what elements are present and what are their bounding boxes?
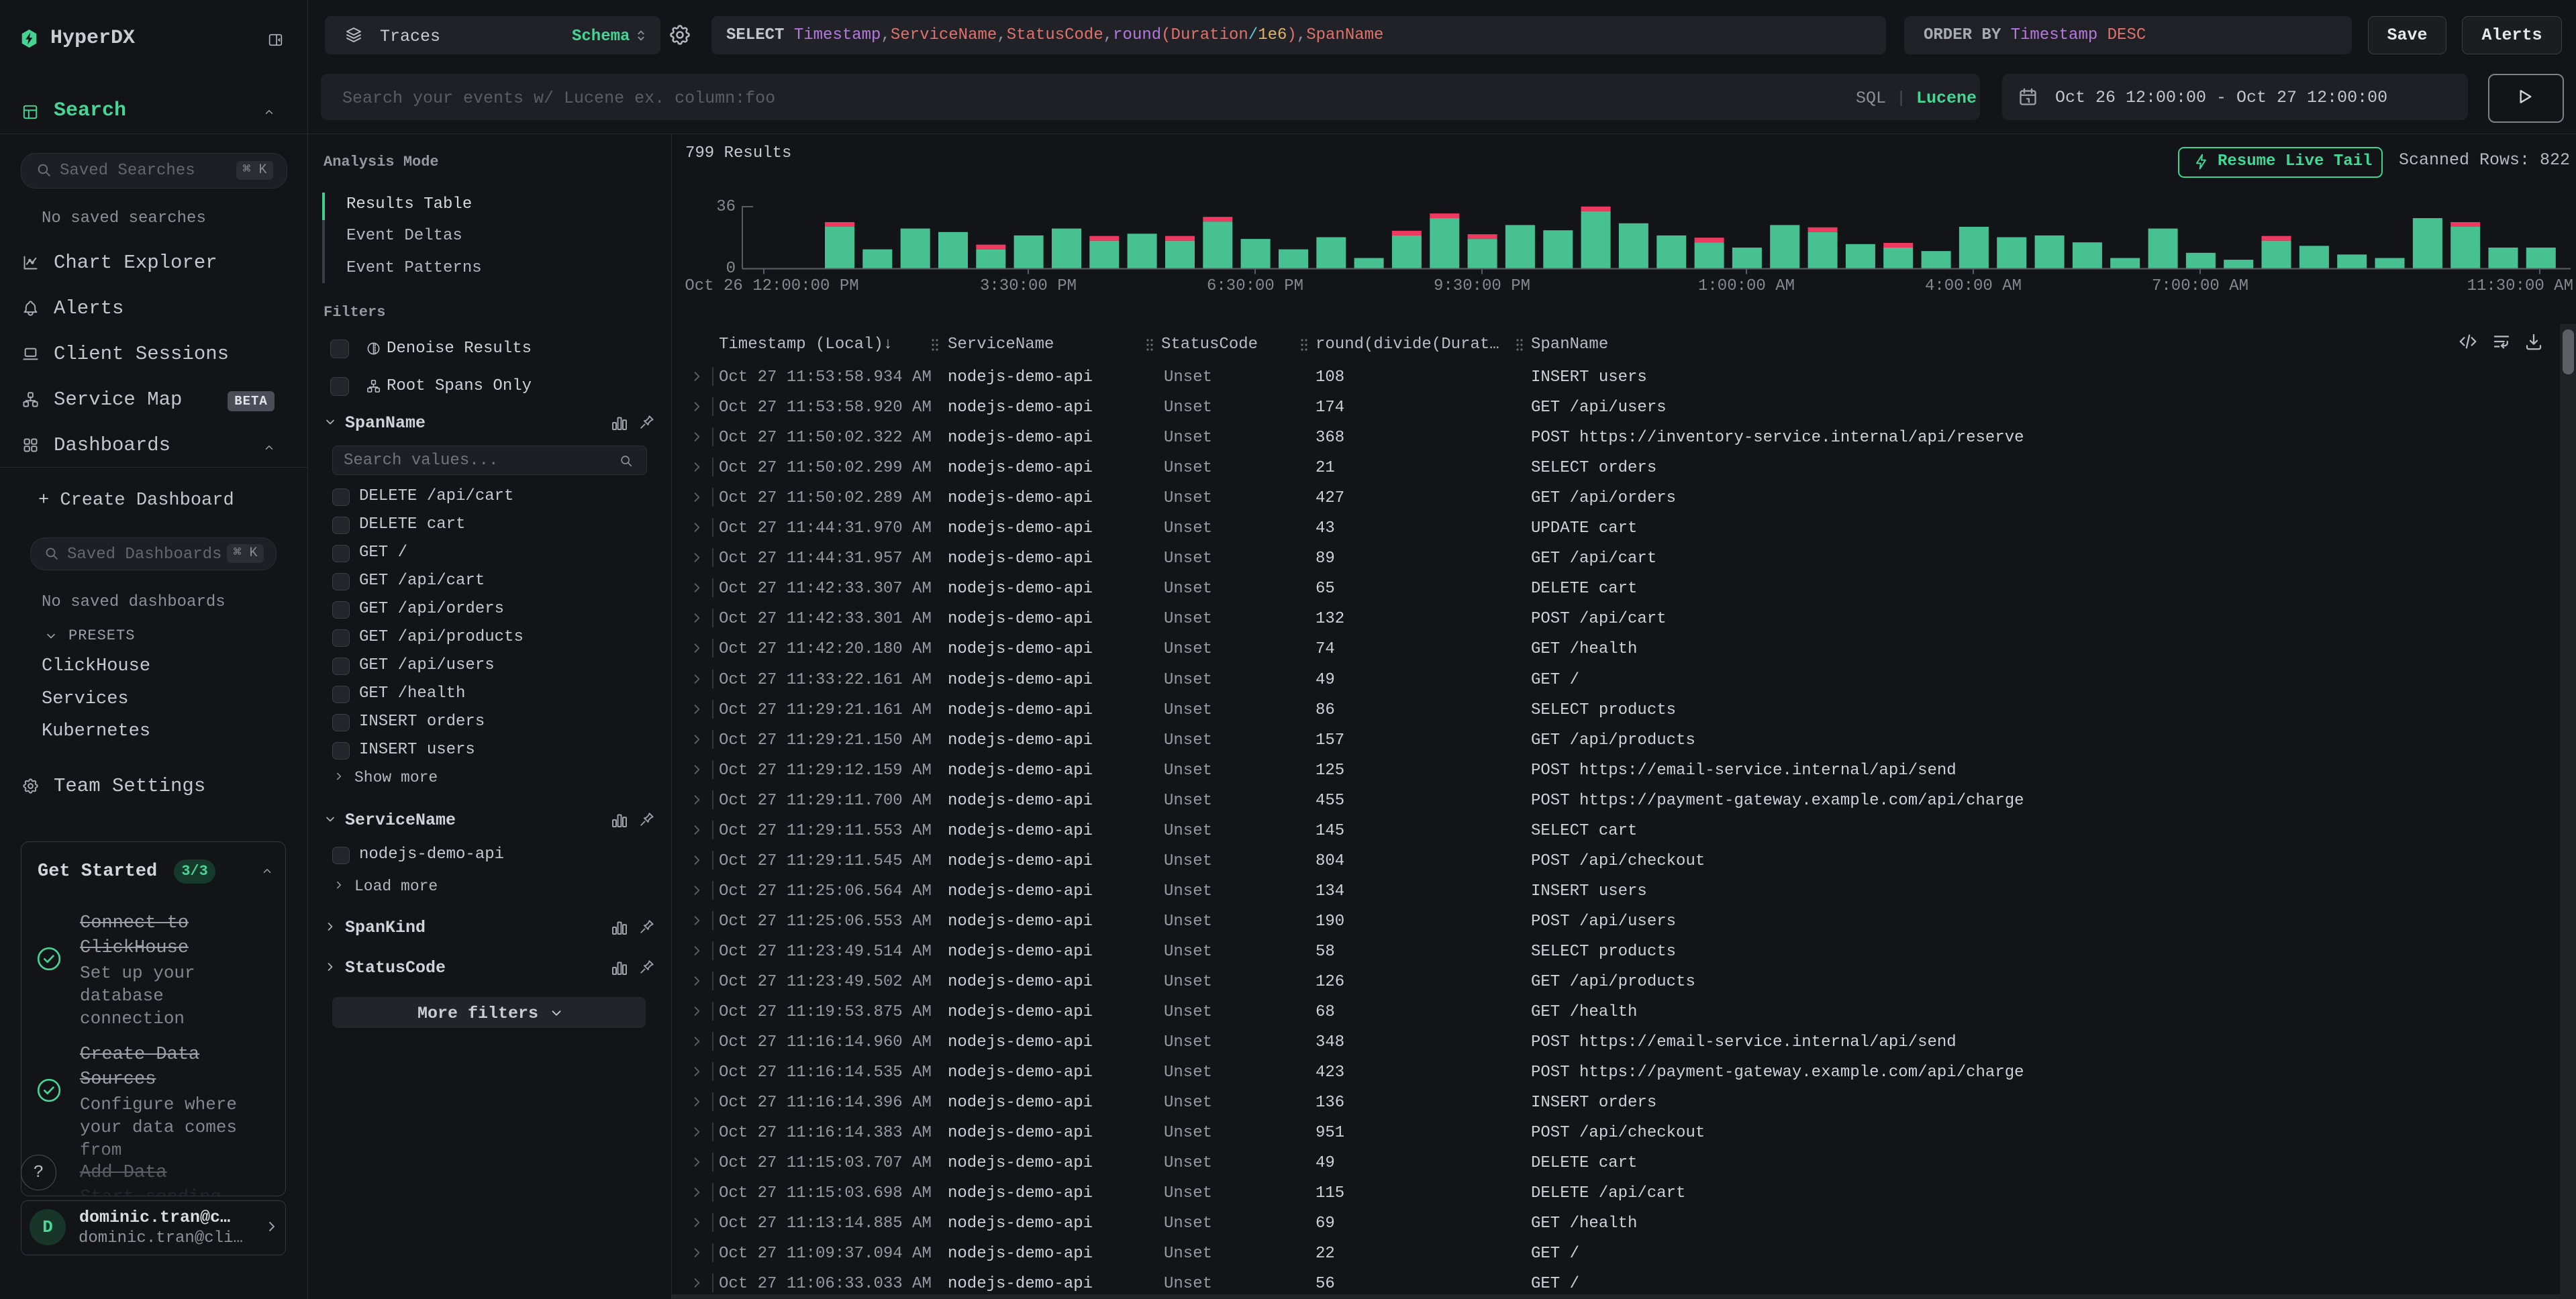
svg-text:Oct 26 12:00:00 PM: Oct 26 12:00:00 PM (685, 277, 858, 295)
svg-text:4:00:00 AM: 4:00:00 AM (1925, 277, 2022, 295)
svg-text:11:30:00 AM: 11:30:00 AM (2467, 277, 2573, 295)
svg-text:36: 36 (716, 198, 736, 216)
svg-text:6:30:00 PM: 6:30:00 PM (1207, 277, 1303, 295)
svg-text:1:00:00 AM: 1:00:00 AM (1698, 277, 1795, 295)
svg-text:7:00:00 AM: 7:00:00 AM (2152, 277, 2248, 295)
svg-text:3:30:00 PM: 3:30:00 PM (980, 277, 1077, 295)
svg-text:0: 0 (726, 260, 736, 278)
svg-text:9:30:00 PM: 9:30:00 PM (1434, 277, 1530, 295)
